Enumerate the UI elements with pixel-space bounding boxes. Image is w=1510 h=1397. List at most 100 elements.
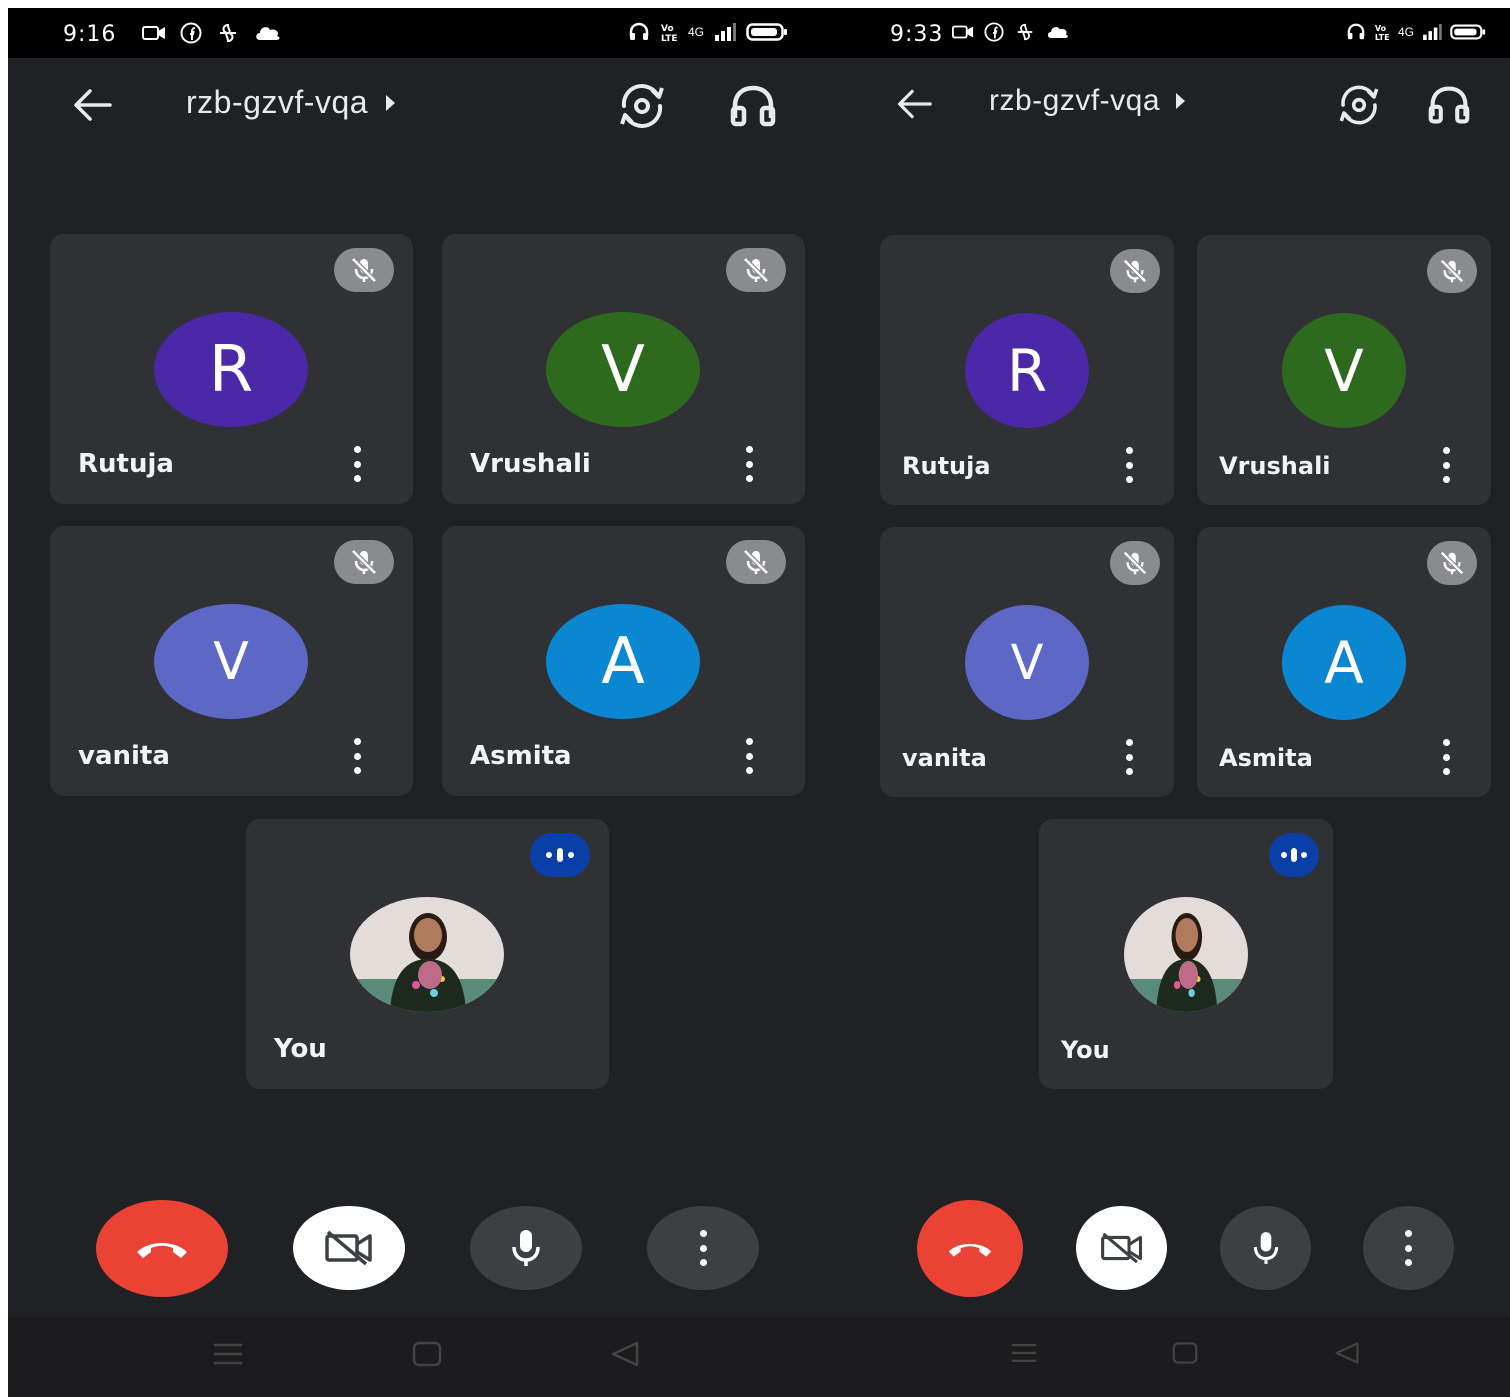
avatar-initial: V [965, 605, 1089, 720]
home-nav-icon[interactable] [1172, 1341, 1198, 1365]
more-options-icon [1399, 1230, 1419, 1266]
participant-name: vanita [78, 741, 170, 771]
phone-screen-right: 9:33 Vo LTE 4G rzb-gzvf-vqa R Rutuja V V… [846, 8, 1510, 1397]
status-time: 9:16 [63, 22, 117, 47]
home-nav-icon[interactable] [412, 1341, 442, 1367]
system-nav-bar [8, 1317, 846, 1397]
participant-name: Asmita [470, 741, 572, 771]
participant-options-icon[interactable] [347, 738, 367, 774]
phone-screen-left: 9:16 Vo LTE 4G rzb-gzvf-vqa R Rutuja V V… [8, 8, 846, 1397]
muted-mic-icon [726, 540, 786, 584]
muted-mic-icon [334, 248, 394, 292]
more-options-button[interactable] [647, 1206, 759, 1290]
back-nav-icon[interactable] [1334, 1341, 1360, 1365]
caret-right-icon [386, 94, 396, 111]
meeting-code: rzb-gzvf-vqa [989, 84, 1161, 117]
meeting-code-button[interactable]: rzb-gzvf-vqa [186, 84, 396, 121]
headphones-status-icon [1347, 23, 1365, 40]
pinwheel-icon [1017, 23, 1033, 41]
microphone-button[interactable] [1220, 1206, 1311, 1290]
audio-output-icon[interactable] [730, 84, 776, 128]
video-icon [142, 26, 165, 40]
participant-name: Vrushali [1219, 452, 1331, 480]
avatar-initial: V [1282, 313, 1406, 428]
video-icon [952, 25, 974, 39]
speaking-indicator-icon [1269, 833, 1319, 877]
svg-text:Vo: Vo [1375, 24, 1387, 33]
avatar-initial: A [1282, 605, 1406, 720]
participant-name: You [1061, 1036, 1110, 1064]
system-nav-bar [846, 1317, 1510, 1397]
self-tile[interactable]: You [246, 819, 609, 1089]
participant-options-icon[interactable] [1119, 739, 1139, 775]
camera-off-icon [325, 1230, 372, 1266]
participant-options-icon[interactable] [1436, 739, 1456, 775]
participant-tile-vanita[interactable]: V vanita [50, 526, 413, 796]
volte-icon: VoLTE [1375, 24, 1390, 42]
avatar-initial: V [546, 312, 700, 427]
self-avatar-photo [1124, 897, 1248, 1012]
more-options-icon [693, 1230, 713, 1266]
end-call-button[interactable] [96, 1200, 228, 1297]
cloud-icon [256, 27, 280, 40]
back-nav-icon[interactable] [610, 1341, 640, 1367]
participant-tile-rutuja[interactable]: R Rutuja [880, 235, 1174, 505]
muted-mic-icon [1110, 541, 1160, 585]
microphone-icon [512, 1230, 540, 1266]
self-tile[interactable]: You [1039, 819, 1333, 1089]
meeting-code: rzb-gzvf-vqa [186, 84, 369, 120]
microphone-icon [1253, 1232, 1278, 1264]
signal-icon [1423, 24, 1442, 40]
facebook-icon [984, 22, 1004, 42]
participant-options-icon[interactable] [1119, 447, 1139, 483]
muted-mic-icon [726, 248, 786, 292]
camera-off-icon [1100, 1232, 1142, 1264]
pinwheel-icon [220, 23, 236, 43]
participant-name: You [274, 1034, 327, 1064]
participant-options-icon[interactable] [739, 446, 759, 482]
status-time: 9:33 [890, 22, 944, 47]
svg-text:LTE: LTE [1375, 33, 1390, 42]
participant-options-icon[interactable] [347, 446, 367, 482]
switch-camera-icon[interactable] [1336, 84, 1382, 126]
muted-mic-icon [334, 540, 394, 584]
meeting-top-bar: rzb-gzvf-vqa [846, 58, 1510, 158]
microphone-button[interactable] [470, 1206, 582, 1290]
meeting-code-button[interactable]: rzb-gzvf-vqa [989, 84, 1186, 118]
audio-output-icon[interactable] [1428, 84, 1470, 126]
avatar-initial: V [154, 604, 308, 719]
camera-toggle-button[interactable] [293, 1206, 405, 1290]
headphones-status-icon [629, 22, 649, 40]
participant-name: Asmita [1219, 744, 1313, 772]
participant-tile-rutuja[interactable]: R Rutuja [50, 234, 413, 504]
back-arrow-icon[interactable] [72, 88, 112, 122]
participant-options-icon[interactable] [1436, 447, 1456, 483]
camera-toggle-button[interactable] [1076, 1206, 1167, 1290]
participant-tile-vrushali[interactable]: V Vrushali [1197, 235, 1491, 505]
menu-nav-icon[interactable] [1010, 1341, 1038, 1365]
end-call-icon [948, 1243, 992, 1257]
meeting-top-bar: rzb-gzvf-vqa [8, 58, 846, 158]
svg-text:Vo: Vo [661, 24, 674, 34]
menu-nav-icon[interactable] [212, 1341, 244, 1367]
participant-tile-vanita[interactable]: V vanita [880, 527, 1174, 797]
more-options-button[interactable] [1363, 1206, 1454, 1290]
signal-icon [715, 23, 737, 41]
facebook-icon [180, 22, 202, 44]
self-avatar-photo [350, 897, 504, 1012]
caret-right-icon [1176, 93, 1186, 109]
participant-tile-asmita[interactable]: A Asmita [442, 526, 805, 796]
participant-tile-asmita[interactable]: A Asmita [1197, 527, 1491, 797]
back-arrow-icon[interactable] [896, 88, 932, 120]
end-call-icon [137, 1242, 187, 1258]
battery-icon [746, 23, 788, 41]
avatar-initial: R [154, 312, 308, 427]
participant-tile-vrushali[interactable]: V Vrushali [442, 234, 805, 504]
end-call-button[interactable] [917, 1200, 1023, 1297]
muted-mic-icon [1427, 249, 1477, 293]
status-bar: 9:33 Vo LTE 4G [846, 8, 1510, 58]
switch-camera-icon[interactable] [616, 84, 668, 128]
participant-options-icon[interactable] [739, 738, 759, 774]
network-type: 4G [1398, 25, 1415, 39]
participant-name: Rutuja [902, 452, 991, 480]
